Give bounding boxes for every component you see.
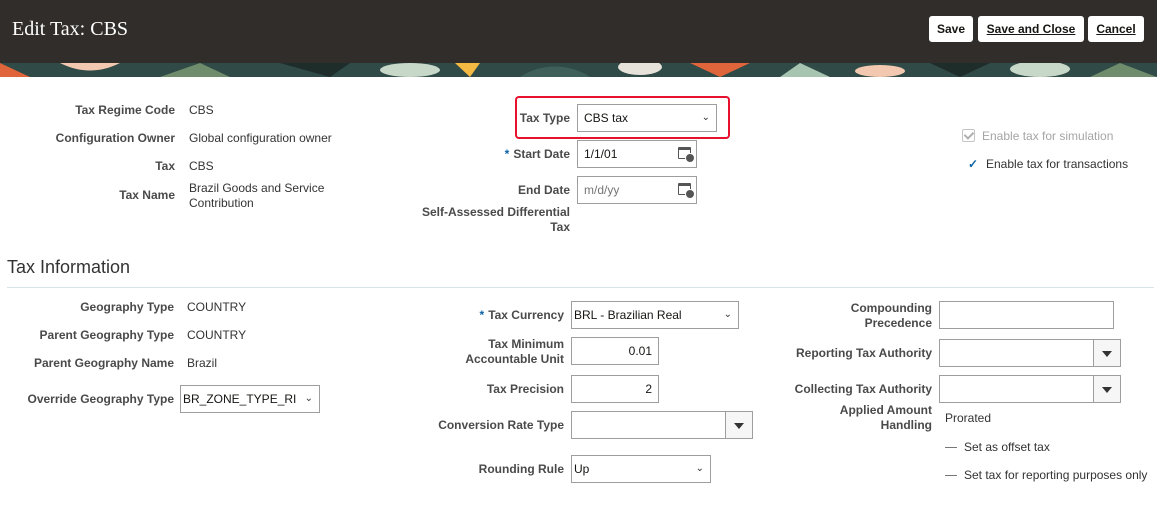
rounding-rule-value: Up bbox=[574, 462, 590, 476]
enable-simulation-label: Enable tax for simulation bbox=[982, 129, 1114, 143]
collecting-tax-authority-select[interactable] bbox=[939, 375, 1121, 403]
set-offset-tax-label: Set as offset tax bbox=[964, 440, 1050, 454]
override-geography-type-label: Override Geography Type bbox=[27, 392, 175, 406]
start-date-label: Start Date bbox=[513, 147, 570, 161]
tax-name-label: Tax Name bbox=[119, 188, 175, 202]
configuration-owner-value: Global configuration owner bbox=[189, 131, 332, 145]
save-and-close-button[interactable]: Save and Close bbox=[978, 16, 1084, 42]
tax-currency-label-wrap: * Tax Currency bbox=[480, 308, 564, 323]
applied-amount-handling-label: Applied Amount Handling bbox=[839, 403, 932, 432]
parent-geography-type-value: COUNTRY bbox=[187, 328, 247, 342]
chevron-down-icon: ⌄ bbox=[304, 393, 313, 404]
unchecked-icon bbox=[945, 475, 957, 476]
checkbox-icon bbox=[962, 129, 975, 142]
tax-label: Tax bbox=[155, 159, 175, 173]
page-title: Edit Tax: CBS bbox=[12, 18, 129, 40]
tax-currency-select[interactable]: BRL - Brazilian Real ⌄ bbox=[571, 301, 739, 329]
tax-precision-input[interactable]: 2 bbox=[571, 375, 659, 403]
tax-minimum-unit-label: Tax Minimum Accountable Unit bbox=[465, 337, 564, 366]
dropdown-arrow-icon[interactable] bbox=[725, 412, 752, 438]
chevron-down-icon: ⌄ bbox=[723, 309, 732, 320]
chevron-down-icon: ⌄ bbox=[695, 463, 704, 474]
tax-currency-value: BRL - Brazilian Real bbox=[574, 308, 682, 322]
geography-type-label: Geography Type bbox=[80, 300, 174, 314]
enable-simulation-checkbox[interactable]: Enable tax for simulation bbox=[962, 129, 1113, 144]
set-reporting-only-label: Set tax for reporting purposes only bbox=[964, 468, 1148, 482]
end-date-placeholder: m/d/yy bbox=[584, 183, 620, 197]
set-offset-tax-checkbox[interactable]: Set as offset tax bbox=[945, 440, 1050, 455]
tax-regime-code-label: Tax Regime Code bbox=[75, 103, 175, 117]
tax-type-select[interactable]: CBS tax ⌄ bbox=[577, 104, 717, 132]
rounding-rule-label: Rounding Rule bbox=[478, 462, 564, 476]
set-reporting-only-checkbox[interactable]: Set tax for reporting purposes only bbox=[945, 468, 1147, 483]
rounding-rule-select[interactable]: Up ⌄ bbox=[571, 455, 711, 483]
tax-value: CBS bbox=[189, 159, 214, 173]
configuration-owner-label: Configuration Owner bbox=[55, 131, 175, 145]
decorative-banner bbox=[0, 63, 1157, 77]
parent-geography-type-label: Parent Geography Type bbox=[39, 328, 174, 342]
collecting-tax-authority-label: Collecting Tax Authority bbox=[794, 382, 932, 396]
tax-type-label: Tax Type bbox=[519, 111, 570, 125]
start-date-input[interactable]: 1/1/01 bbox=[577, 140, 697, 168]
self-assessed-label: Self-Assessed Differential Tax bbox=[421, 205, 570, 234]
dropdown-arrow-icon[interactable] bbox=[1093, 340, 1120, 366]
section-divider bbox=[7, 287, 1154, 288]
save-button[interactable]: Save bbox=[929, 16, 973, 42]
geography-type-value: COUNTRY bbox=[187, 300, 247, 314]
reporting-tax-authority-label: Reporting Tax Authority bbox=[796, 346, 932, 360]
tax-precision-label: Tax Precision bbox=[486, 382, 564, 396]
start-date-label-wrap: * Start Date bbox=[505, 147, 570, 162]
cancel-button[interactable]: Cancel bbox=[1088, 16, 1144, 42]
calendar-icon[interactable] bbox=[678, 147, 695, 163]
compounding-precedence-input[interactable] bbox=[939, 301, 1114, 329]
chevron-down-icon: ⌄ bbox=[701, 112, 710, 123]
required-icon: * bbox=[504, 147, 510, 161]
compounding-precedence-label: Compounding Precedence bbox=[850, 301, 932, 330]
applied-amount-handling-value: Prorated bbox=[945, 411, 992, 425]
section-title-tax-information: Tax Information bbox=[7, 257, 131, 277]
start-date-value: 1/1/01 bbox=[584, 147, 618, 161]
parent-geography-name-value: Brazil bbox=[187, 356, 218, 370]
override-geography-type-select[interactable]: BR_ZONE_TYPE_RI ⌄ bbox=[180, 385, 320, 413]
reporting-tax-authority-select[interactable] bbox=[939, 339, 1121, 367]
conversion-rate-type-select[interactable] bbox=[571, 411, 753, 439]
tax-type-value: CBS tax bbox=[584, 111, 629, 125]
tax-name-value: Brazil Goods and Service Contribution bbox=[189, 181, 325, 210]
tax-minimum-unit-input[interactable]: 0.01 bbox=[571, 337, 659, 365]
override-geography-type-value: BR_ZONE_TYPE_RI bbox=[183, 392, 297, 406]
required-icon: * bbox=[479, 308, 485, 322]
end-date-input[interactable]: m/d/yy bbox=[577, 176, 697, 204]
enable-transactions-label: Enable tax for transactions bbox=[986, 157, 1129, 171]
parent-geography-name-label: Parent Geography Name bbox=[33, 356, 174, 370]
conversion-rate-type-label: Conversion Rate Type bbox=[438, 418, 564, 432]
calendar-icon[interactable] bbox=[678, 183, 695, 199]
enable-transactions-checkbox[interactable]: ✓ Enable tax for transactions bbox=[968, 157, 1128, 172]
tax-regime-code-value: CBS bbox=[189, 103, 214, 117]
tax-currency-label: Tax Currency bbox=[488, 308, 564, 322]
check-icon: ✓ bbox=[968, 157, 979, 171]
dropdown-arrow-icon[interactable] bbox=[1093, 376, 1120, 402]
unchecked-icon bbox=[945, 447, 957, 448]
end-date-label: End Date bbox=[517, 183, 570, 197]
